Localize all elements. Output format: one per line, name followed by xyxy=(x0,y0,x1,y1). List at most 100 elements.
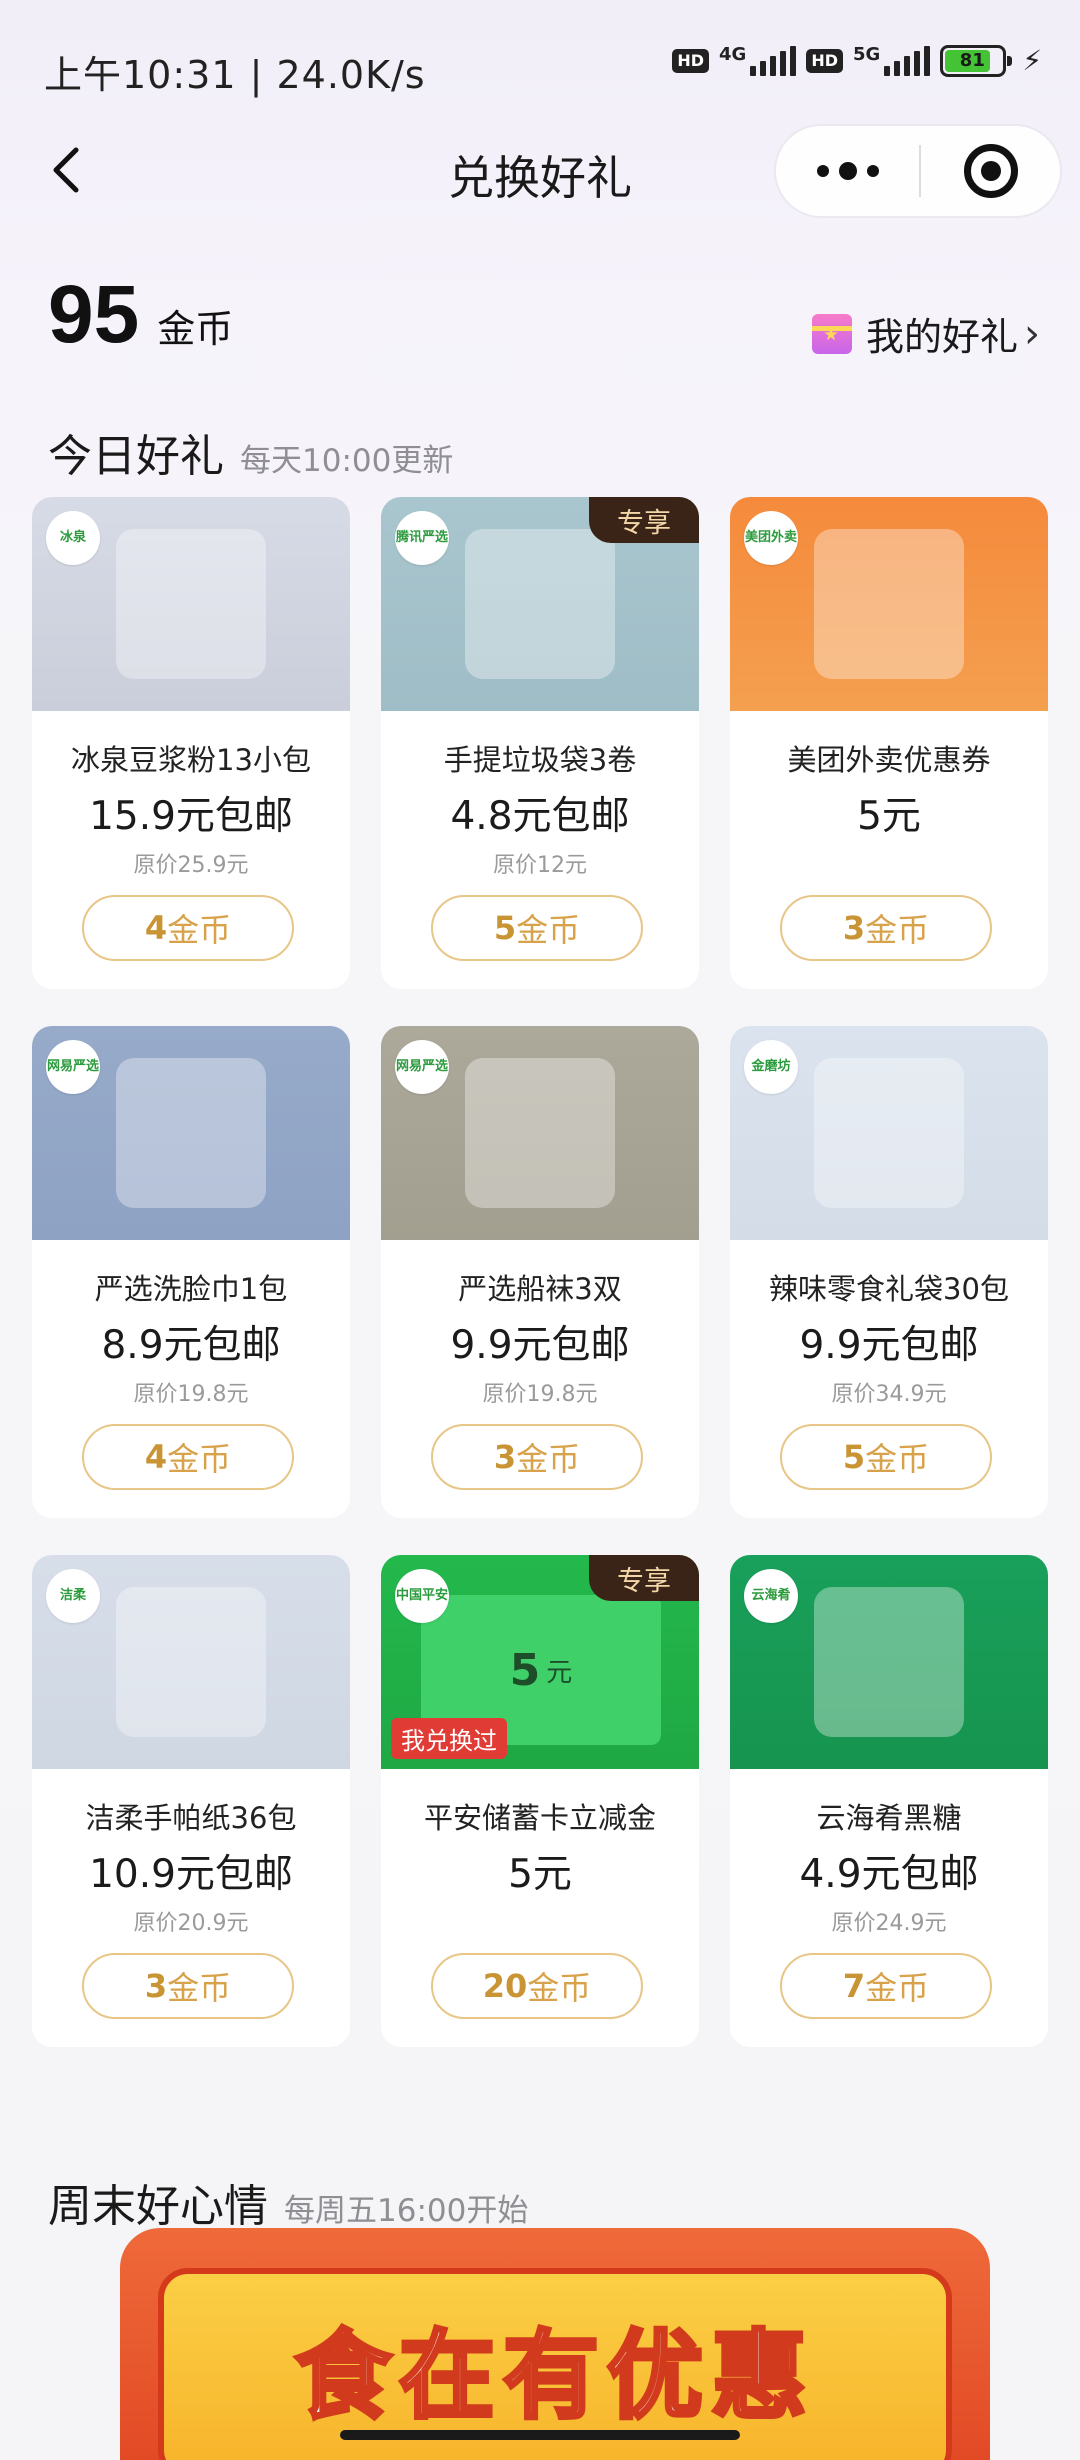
brand-logo: 美团外卖 xyxy=(744,511,798,565)
hd-icon: HD xyxy=(672,48,710,73)
product-name: 洁柔手帕纸36包 xyxy=(85,1801,297,1835)
product-illustration xyxy=(116,1587,266,1737)
redeem-button[interactable]: 7 金币 xyxy=(780,1953,992,2019)
original-price xyxy=(730,847,1048,877)
product-image: 腾讯严选 专享 xyxy=(381,497,699,711)
brand-logo: 云海肴 xyxy=(744,1569,798,1623)
product-card[interactable]: 云海肴 云海肴黑糖 4.9元包邮 原价24.9元 7 金币 xyxy=(730,1555,1048,2047)
more-button[interactable] xyxy=(776,126,919,216)
coin-cost-unit: 金币 xyxy=(167,1969,232,2007)
charging-icon: ⚡ xyxy=(1022,44,1042,77)
coin-balance: 95 金币 xyxy=(48,268,233,362)
product-card[interactable]: 网易严选 严选船袜3双 9.9元包邮 原价19.8元 3 金币 xyxy=(381,1026,699,1518)
brand-logo: 洁柔 xyxy=(46,1569,100,1623)
original-price: 原价20.9元 xyxy=(133,1911,249,1936)
product-name: 美团外卖优惠券 xyxy=(787,743,991,777)
product-image: 云海肴 xyxy=(730,1555,1048,1769)
product-price: 5元 xyxy=(857,794,921,839)
redeem-button[interactable]: 3 金币 xyxy=(431,1424,643,1490)
product-illustration xyxy=(814,529,964,679)
coin-cost: 7 xyxy=(842,1967,866,2005)
product-name: 平安储蓄卡立减金 xyxy=(423,1801,656,1835)
redeem-button[interactable]: 4 金币 xyxy=(82,895,294,961)
product-image: 网易严选 xyxy=(381,1026,699,1240)
product-image: 5 元 中国平安 专享 我兑换过 xyxy=(381,1555,699,1769)
redeem-button[interactable]: 20 金币 xyxy=(431,1953,643,2019)
product-card[interactable]: 网易严选 严选洗脸巾1包 8.9元包邮 原价19.8元 4 金币 xyxy=(32,1026,350,1518)
redeem-button[interactable]: 4 金币 xyxy=(82,1424,294,1490)
signal-icon xyxy=(750,45,797,76)
original-price xyxy=(381,1905,699,1935)
mini-program-capsule xyxy=(774,124,1062,218)
coin-amount: 95 xyxy=(48,269,140,360)
coin-cost: 3 xyxy=(144,1967,168,2005)
product-price: 9.9元包邮 xyxy=(450,1323,630,1368)
section-subtitle: 每周五16:00开始 xyxy=(284,2193,529,2229)
coin-cost-unit: 金币 xyxy=(865,911,930,949)
gift-icon xyxy=(811,313,852,354)
brand-logo: 中国平安 xyxy=(395,1569,449,1623)
coin-cost: 4 xyxy=(144,909,168,947)
redeemed-tag: 我兑换过 xyxy=(391,1718,507,1759)
product-price: 4.9元包邮 xyxy=(799,1852,979,1897)
product-illustration xyxy=(465,529,615,679)
status-bar: 上午10:31 | 24.0K/s HD 4G HD 5G 81 ⚡ xyxy=(0,0,1080,130)
product-illustration xyxy=(116,529,266,679)
original-price: 原价19.8元 xyxy=(133,1382,249,1407)
original-price: 原价34.9元 xyxy=(831,1382,947,1407)
product-card[interactable]: 5 元 中国平安 专享 我兑换过 平安储蓄卡立减金 5元 20 金币 xyxy=(381,1555,699,2047)
brand-logo: 冰泉 xyxy=(46,511,100,565)
weekend-section-header: 周末好心情 每周五16:00开始 xyxy=(48,2170,528,2234)
voucher-amount: 5 xyxy=(509,1644,541,1696)
coin-cost-unit: 金币 xyxy=(516,1440,581,1478)
exclusive-badge: 专享 xyxy=(589,1555,699,1601)
product-image: 洁柔 xyxy=(32,1555,350,1769)
brand-logo: 网易严选 xyxy=(46,1040,100,1094)
coin-cost-unit: 金币 xyxy=(167,911,232,949)
product-price: 5元 xyxy=(508,1852,572,1897)
exclusive-badge: 专享 xyxy=(589,497,699,543)
chevron-right-icon: › xyxy=(1024,310,1040,357)
coin-unit: 金币 xyxy=(157,307,234,351)
coin-cost: 5 xyxy=(842,1438,866,1476)
home-indicator[interactable] xyxy=(340,2430,740,2440)
target-icon xyxy=(963,144,1018,198)
coin-cost: 3 xyxy=(493,1438,517,1476)
redeem-button[interactable]: 5 金币 xyxy=(780,1424,992,1490)
product-illustration xyxy=(814,1587,964,1737)
redeem-button[interactable]: 3 金币 xyxy=(82,1953,294,2019)
nav-bar: 兑换好礼 xyxy=(0,120,1080,230)
redeem-button[interactable]: 5 金币 xyxy=(431,895,643,961)
product-card[interactable]: 金磨坊 辣味零食礼袋30包 9.9元包邮 原价34.9元 5 金币 xyxy=(730,1026,1048,1518)
close-button[interactable] xyxy=(921,144,1060,198)
original-price: 原价12元 xyxy=(493,853,587,878)
product-price: 9.9元包邮 xyxy=(799,1323,979,1368)
product-card[interactable]: 腾讯严选 专享手提垃圾袋3卷 4.8元包邮原价12元 5 金币 xyxy=(381,497,699,989)
product-card[interactable]: 美团外卖美团外卖优惠券 5元 3 金币 xyxy=(730,497,1048,989)
system-icons: HD 4G HD 5G 81 ⚡ xyxy=(672,44,1042,77)
redeem-button[interactable]: 3 金币 xyxy=(780,895,992,961)
product-card[interactable]: 冰泉 冰泉豆浆粉13小包 15.9元包邮 原价25.9元 4 金币 xyxy=(32,497,350,989)
coin-cost-unit: 金币 xyxy=(516,911,581,949)
product-name: 手提垃圾袋3卷 xyxy=(443,743,637,777)
product-name: 严选洗脸巾1包 xyxy=(94,1272,288,1306)
product-image: 网易严选 xyxy=(32,1026,350,1240)
product-grid: 冰泉 冰泉豆浆粉13小包 15.9元包邮 原价25.9元 4 金币 腾讯严选 专享手提垃圾袋3… xyxy=(32,497,1048,2047)
coin-cost: 5 xyxy=(493,909,517,947)
product-image: 冰泉 xyxy=(32,497,350,711)
brand-logo: 金磨坊 xyxy=(744,1040,798,1094)
coin-cost: 3 xyxy=(842,909,866,947)
product-image: 金磨坊 xyxy=(730,1026,1048,1240)
battery-icon: 81 xyxy=(940,44,1013,77)
product-card[interactable]: 洁柔 洁柔手帕纸36包 10.9元包邮 原价20.9元 3 金币 xyxy=(32,1555,350,2047)
coin-cost-unit: 金币 xyxy=(865,1969,930,2007)
today-section-header: 今日好礼 每天10:00更新 xyxy=(48,420,453,484)
network-type-4g: 4G xyxy=(719,44,747,65)
coin-cost: 4 xyxy=(144,1438,168,1476)
product-price: 4.8元包邮 xyxy=(450,794,630,839)
coin-cost: 20 xyxy=(482,1967,528,2005)
product-name: 严选船袜3双 xyxy=(458,1272,622,1306)
my-gifts-link[interactable]: 我的好礼 › xyxy=(811,306,1040,361)
product-image: 美团外卖 xyxy=(730,497,1048,711)
promo-banner[interactable]: 食在有优惠 xyxy=(120,2228,990,2460)
